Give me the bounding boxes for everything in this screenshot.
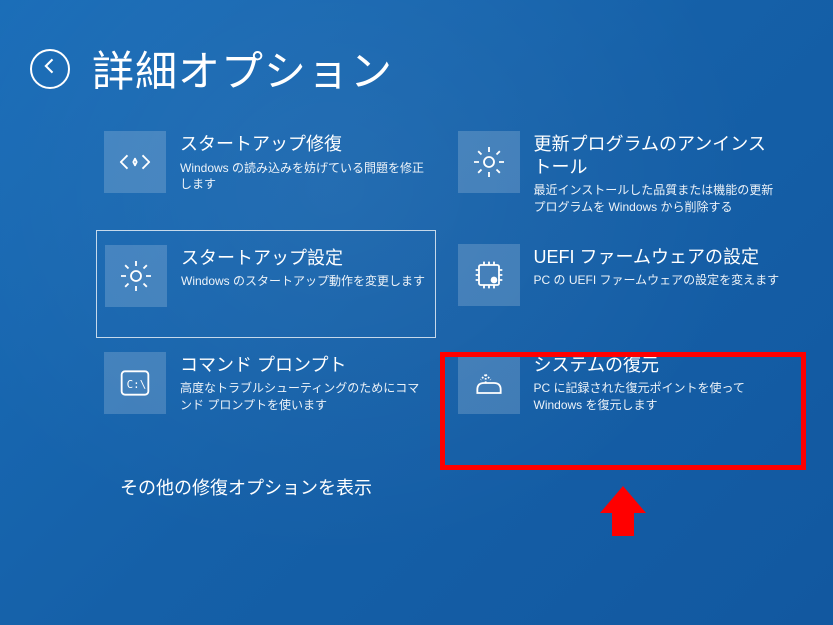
gear-icon xyxy=(105,245,167,307)
header: 詳細オプション xyxy=(0,0,833,109)
svg-text:C:\: C:\ xyxy=(127,378,147,391)
tile-desc: Windows の読み込みを妨げている問題を修正します xyxy=(180,160,428,194)
back-button[interactable] xyxy=(30,49,70,89)
tile-title: コマンド プロンプト xyxy=(180,354,428,377)
code-icon xyxy=(104,131,166,193)
terminal-icon: C:\ xyxy=(104,352,166,414)
tile-desc: PC の UEFI ファームウェアの設定を変えます xyxy=(534,272,782,289)
tile-system-restore[interactable]: システムの復元 PC に記録された復元ポイントを使って Windows を復元し… xyxy=(450,338,790,446)
tile-desc: 高度なトラブルシューティングのためにコマンド プロンプトを使います xyxy=(180,380,428,414)
tile-desc: PC に記録された復元ポイントを使って Windows を復元します xyxy=(534,380,782,414)
tile-uninstall-updates[interactable]: 更新プログラムのアンインストール 最近インストールした品質または機能の更新プログ… xyxy=(450,117,790,230)
options-grid: スタートアップ修復 Windows の読み込みを妨げている問題を修正します 更新… xyxy=(0,109,833,446)
tile-startup-repair[interactable]: スタートアップ修復 Windows の読み込みを妨げている問題を修正します xyxy=(96,117,436,230)
tile-title: 更新プログラムのアンインストール xyxy=(534,133,782,178)
tile-command-prompt[interactable]: C:\ コマンド プロンプト 高度なトラブルシューティングのためにコマンド プロ… xyxy=(96,338,436,446)
page-title: 詳細オプション xyxy=(92,38,393,99)
back-arrow-icon xyxy=(40,56,60,81)
tile-desc: 最近インストールした品質または機能の更新プログラムを Windows から削除す… xyxy=(534,182,782,216)
tile-title: システムの復元 xyxy=(534,354,782,377)
tile-desc: Windows のスタートアップ動作を変更します xyxy=(181,273,427,290)
restore-icon xyxy=(458,352,520,414)
more-recovery-options-link[interactable]: その他の修復オプションを表示 xyxy=(0,446,372,500)
tile-uefi-firmware[interactable]: UEFI ファームウェアの設定 PC の UEFI ファームウェアの設定を変えま… xyxy=(450,230,790,338)
chip-icon xyxy=(458,244,520,306)
tile-startup-settings[interactable]: スタートアップ設定 Windows のスタートアップ動作を変更します xyxy=(96,230,436,338)
gear-icon xyxy=(458,131,520,193)
tile-title: スタートアップ設定 xyxy=(181,247,427,270)
tile-title: スタートアップ修復 xyxy=(180,133,428,156)
annotation-arrow-icon xyxy=(588,478,658,553)
tile-title: UEFI ファームウェアの設定 xyxy=(534,246,782,269)
